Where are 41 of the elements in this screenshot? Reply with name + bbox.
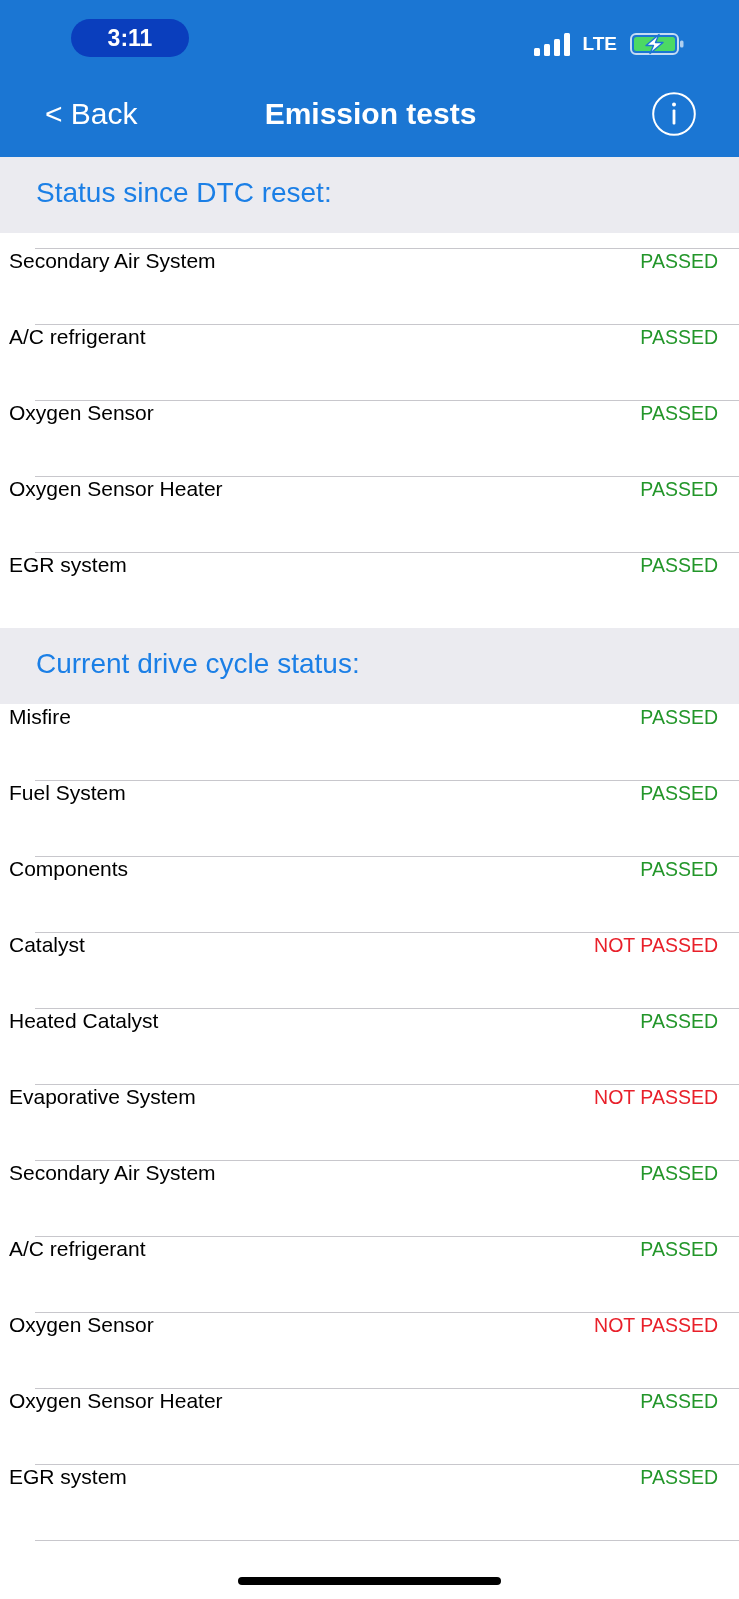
test-status: NOT PASSED [594, 1313, 718, 1337]
test-status: PASSED [640, 705, 718, 729]
test-status: PASSED [640, 1465, 718, 1489]
test-name: Fuel System [9, 781, 126, 805]
test-status: NOT PASSED [594, 933, 718, 957]
screen-title: Emission tests [264, 95, 477, 132]
test-name: Components [9, 857, 129, 881]
test-name: A/C refrigerant [9, 1237, 146, 1261]
test-name: Heated Catalyst [9, 1009, 159, 1033]
battery-charging-icon [630, 33, 684, 55]
test-name: A/C refrigerant [9, 325, 146, 349]
test-name: Oxygen Sensor [9, 1313, 154, 1337]
info-icon[interactable] [652, 91, 696, 136]
section-header: Current drive cycle status: [0, 628, 739, 704]
test-status: PASSED [640, 401, 718, 425]
test-name: Evaporative System [9, 1085, 196, 1109]
test-name: Oxygen Sensor Heater [9, 477, 223, 501]
test-status: PASSED [640, 477, 718, 501]
test-name: Oxygen Sensor [9, 401, 154, 425]
test-name: EGR system [9, 1465, 127, 1489]
test-status: NOT PASSED [594, 1085, 718, 1109]
test-status: PASSED [640, 1237, 718, 1261]
test-status: PASSED [640, 1161, 718, 1185]
test-status: PASSED [640, 781, 718, 805]
test-status: PASSED [640, 857, 718, 881]
test-name: Secondary Air System [9, 249, 216, 273]
test-name: Misfire [9, 705, 71, 729]
section-header: Status since DTC reset: [0, 157, 739, 233]
status-time: 3:11 [71, 19, 189, 57]
test-status: PASSED [640, 1009, 718, 1033]
test-name: Oxygen Sensor Heater [9, 1389, 223, 1413]
test-status: PASSED [640, 1389, 718, 1413]
signal-icon [533, 32, 570, 56]
test-name: Secondary Air System [9, 1161, 216, 1185]
test-status: PASSED [640, 249, 718, 273]
test-status: PASSED [640, 325, 718, 349]
back-button[interactable]: < Back [45, 95, 138, 132]
test-name: EGR system [9, 553, 127, 577]
test-name: Catalyst [9, 933, 85, 957]
test-status: PASSED [640, 553, 718, 577]
network-type: LTE [582, 33, 617, 55]
